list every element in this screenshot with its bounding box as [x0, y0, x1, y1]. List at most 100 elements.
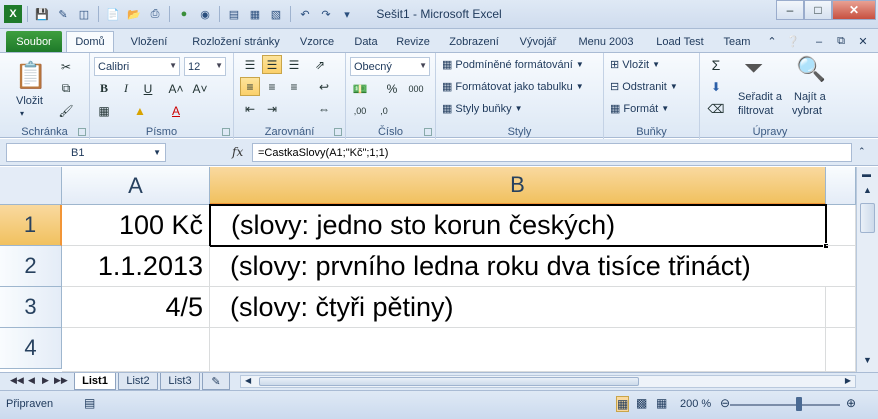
doc-restore-button[interactable]: ⧉	[832, 31, 850, 52]
tab-file[interactable]: Soubor	[6, 31, 62, 52]
font-name-combo[interactable]: Calibri ▼	[94, 57, 180, 76]
delete-cells-button[interactable]: ⊟ Odstranit ▼	[610, 80, 678, 94]
underline-icon[interactable]: U	[138, 79, 158, 98]
align-middle-icon[interactable]: ☰	[262, 55, 282, 74]
zoom-out-icon[interactable]: ⊖	[720, 396, 730, 410]
horizontal-scrollbar[interactable]: ◀ ▶	[240, 375, 856, 388]
sort-filter-icon[interactable]: ⏷	[744, 55, 763, 83]
scroll-up-icon[interactable]: ▲	[863, 185, 872, 195]
doc-close-button[interactable]: ✕	[854, 31, 872, 52]
tab-menu-2003[interactable]: Menu 2003	[570, 31, 642, 52]
vertical-scroll-thumb[interactable]	[860, 203, 875, 233]
font-launcher-icon[interactable]	[222, 128, 230, 136]
scroll-right-icon[interactable]: ▶	[845, 376, 851, 385]
horizontal-scroll-thumb[interactable]	[259, 377, 639, 386]
tab-developer[interactable]: Vývojář	[512, 31, 564, 52]
align-top-icon[interactable]: ☰	[240, 55, 260, 74]
scroll-left-icon[interactable]: ◀	[245, 376, 251, 385]
cell-b1[interactable]: (slovy: jedno sto korun českých)	[209, 204, 827, 247]
cell-a2[interactable]: 1.1.2013	[62, 246, 210, 287]
tab-review[interactable]: Revize	[390, 31, 436, 52]
number-launcher-icon[interactable]	[424, 128, 432, 136]
increase-decimal-icon[interactable]: ,00	[350, 101, 370, 120]
tab-formulas[interactable]: Vzorce	[292, 31, 342, 52]
italic-icon[interactable]: I	[116, 79, 136, 98]
tab-insert[interactable]: Vložení	[118, 31, 180, 52]
cell-a4[interactable]	[62, 328, 210, 372]
align-left-icon[interactable]: ≡	[240, 77, 260, 96]
format-cells-button[interactable]: ▦ Formát ▼	[610, 102, 669, 116]
align-center-icon[interactable]: ≡	[262, 77, 282, 96]
clear-icon[interactable]: ⌫	[706, 99, 726, 118]
page-layout-view-icon[interactable]: ▩	[636, 396, 647, 410]
find-select-icon[interactable]: 🔍	[796, 55, 826, 84]
comma-style-icon[interactable]: 000	[406, 79, 426, 98]
accounting-icon[interactable]: 💵	[350, 79, 370, 98]
first-sheet-icon[interactable]: ◀◀	[10, 375, 24, 386]
last-sheet-icon[interactable]: ▶▶	[54, 375, 68, 386]
formula-input[interactable]: =CastkaSlovy(A1;"Kč";1;1)	[252, 143, 852, 162]
column-header-c[interactable]	[826, 167, 856, 205]
fill-icon[interactable]: ⬇	[706, 77, 726, 96]
insert-function-icon[interactable]: fx	[232, 145, 243, 159]
maximize-button[interactable]: □	[804, 0, 832, 20]
clipboard-launcher-icon[interactable]	[78, 128, 86, 136]
column-header-b[interactable]: B	[210, 167, 826, 205]
paste-dropdown-icon[interactable]: ▾	[20, 109, 24, 118]
cell-b2[interactable]: (slovy: prvního ledna roku dva tisíce tř…	[210, 246, 856, 287]
sheet-tab-list1[interactable]: List1	[74, 373, 116, 390]
ribbon-minimize-icon[interactable]: ⌃	[764, 31, 780, 52]
orientation-icon[interactable]: ⇗	[310, 55, 330, 74]
macro-record-icon[interactable]: ▤	[84, 396, 95, 410]
fill-color-icon[interactable]: ▲	[130, 101, 150, 120]
increase-indent-icon[interactable]: ⇥	[262, 99, 282, 118]
cell-styles-button[interactable]: ▦ Styly buňky ▼	[442, 102, 523, 116]
zoom-slider-thumb[interactable]	[796, 397, 802, 411]
align-right-icon[interactable]: ≡	[284, 77, 304, 96]
copy-icon[interactable]: ⧉	[56, 79, 76, 98]
format-painter-icon[interactable]: 🖌	[56, 101, 76, 120]
scroll-down-icon[interactable]: ▼	[863, 355, 872, 365]
cell-c1[interactable]	[826, 205, 856, 246]
cell-c3[interactable]	[826, 287, 856, 328]
minimize-button[interactable]: –	[776, 0, 804, 20]
format-as-table-button[interactable]: ▦ Formátovat jako tabulku ▼	[442, 80, 584, 94]
merge-center-icon[interactable]: ⇔	[314, 99, 334, 118]
grow-font-icon[interactable]: A˄	[166, 79, 186, 98]
paste-icon[interactable]: 📋	[14, 57, 48, 93]
doc-minimize-button[interactable]: –	[810, 31, 828, 52]
page-break-view-icon[interactable]: ▦	[656, 396, 667, 410]
align-bottom-icon[interactable]: ☰	[284, 55, 304, 74]
conditional-formatting-button[interactable]: ▦ Podmíněné formátování ▼	[442, 58, 584, 72]
insert-sheet-icon[interactable]: ✎	[202, 373, 230, 390]
sort-filter-label-1[interactable]: Seřadit a	[738, 91, 782, 103]
cut-icon[interactable]: ✂	[56, 57, 76, 76]
autosum-icon[interactable]: Σ	[706, 55, 726, 74]
cell-c4[interactable]	[826, 328, 856, 372]
borders-icon[interactable]: ▦	[94, 101, 114, 120]
shrink-font-icon[interactable]: A˅	[190, 79, 210, 98]
zoom-in-icon[interactable]: ⊕	[846, 396, 856, 410]
sheet-tab-list2[interactable]: List2	[118, 373, 158, 390]
percent-icon[interactable]: %	[382, 79, 402, 98]
font-color-icon[interactable]: A	[166, 101, 186, 120]
bold-icon[interactable]: B	[94, 79, 114, 98]
find-select-label-1[interactable]: Najít a	[794, 91, 826, 103]
expand-formula-icon[interactable]: ⌃	[858, 146, 866, 157]
wrap-text-icon[interactable]: ↩	[314, 77, 334, 96]
split-handle-icon[interactable]: ▬	[862, 169, 871, 179]
cell-b3[interactable]: (slovy: čtyři pětiny)	[210, 287, 826, 328]
zoom-level[interactable]: 200 %	[680, 398, 711, 410]
zoom-slider-track[interactable]	[730, 404, 840, 406]
tab-load-test[interactable]: Load Test	[648, 31, 712, 52]
sheet-tab-list3[interactable]: List3	[160, 373, 200, 390]
prev-sheet-icon[interactable]: ◀	[28, 375, 35, 386]
paste-button[interactable]: Vložit	[16, 95, 43, 107]
row-header-2[interactable]: 2	[0, 246, 62, 287]
find-select-label-2[interactable]: vybrat	[792, 105, 822, 117]
tab-page-layout[interactable]: Rozložení stránky	[184, 31, 288, 52]
decrease-decimal-icon[interactable]: ,0	[374, 101, 394, 120]
insert-cells-button[interactable]: ⊞ Vložit ▼	[610, 58, 660, 72]
cell-b4[interactable]	[210, 328, 826, 372]
normal-view-icon[interactable]: ▦	[616, 396, 630, 412]
